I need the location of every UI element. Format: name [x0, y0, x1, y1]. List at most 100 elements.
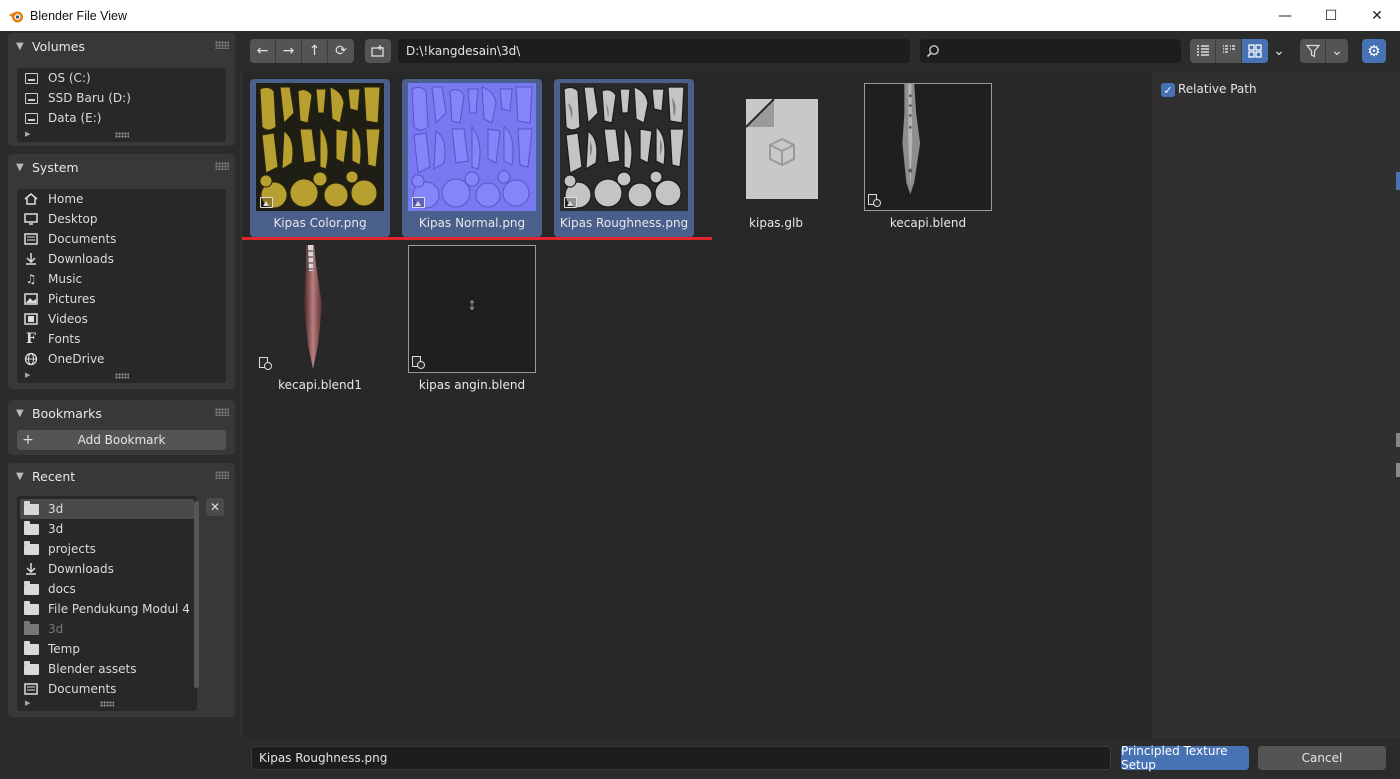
back-button[interactable]: ←: [250, 39, 276, 63]
search-icon: [926, 45, 939, 58]
recent-item-3d-missing[interactable]: 3d: [17, 619, 197, 639]
drag-handle-icon[interactable]: [215, 41, 229, 49]
add-bookmark-button[interactable]: + Add Bookmark: [17, 430, 226, 450]
settings-toggle-button[interactable]: ⚙: [1362, 39, 1386, 63]
window-titlebar: Blender File View — ☐ ✕: [0, 0, 1400, 31]
system-item-videos[interactable]: Videos: [17, 309, 226, 329]
parent-directory-button[interactable]: ↑: [302, 39, 328, 63]
options-panel: ✓ Relative Path: [1152, 71, 1400, 738]
system-item-documents[interactable]: Documents: [17, 229, 226, 249]
plus-icon: +: [22, 432, 34, 448]
recent-item-file-pendukung[interactable]: File Pendukung Modul 4: [17, 599, 197, 619]
list-resize-handle[interactable]: ▶: [17, 130, 226, 140]
file-item-kecapi-blend[interactable]: kecapi.blend: [858, 79, 998, 237]
new-folder-button[interactable]: [365, 39, 391, 63]
thumbnails-button[interactable]: [1242, 39, 1268, 63]
principled-texture-setup-button[interactable]: Principled Texture Setup: [1121, 744, 1249, 772]
file-toolbar: ← → ↑ ⟳ D:\!kangdesain\3d\ ⌄ ⌄ ⚙: [240, 31, 1400, 71]
list-resize-handle[interactable]: ▶: [17, 699, 197, 709]
system-title: System: [32, 159, 79, 175]
filter-group: ⌄: [1300, 39, 1348, 63]
system-panel-header[interactable]: ▼ System: [8, 154, 235, 180]
download-icon: [23, 562, 39, 576]
directory-path-input[interactable]: D:\!kangdesain\3d\: [398, 39, 910, 63]
volume-item-ssd[interactable]: SSD Baru (D:): [17, 88, 226, 108]
drag-handle-icon[interactable]: [215, 471, 229, 479]
volume-label: SSD Baru (D:): [48, 91, 131, 105]
system-item-home[interactable]: Home: [17, 189, 226, 209]
file-name: Kipas Roughness.png: [559, 216, 689, 230]
file-item-kipas-angin-blend[interactable]: kipas angin.blend: [402, 241, 542, 399]
drag-handle-icon[interactable]: [215, 408, 229, 416]
volumes-panel-header[interactable]: ▼ Volumes: [8, 33, 235, 59]
horizontal-list-button[interactable]: [1216, 39, 1242, 63]
volumes-title: Volumes: [32, 38, 86, 54]
file-name: kipas angin.blend: [418, 378, 526, 392]
filename-input[interactable]: Kipas Roughness.png: [251, 746, 1111, 770]
maximize-button[interactable]: ☐: [1308, 0, 1354, 31]
recent-item-temp[interactable]: Temp: [17, 639, 197, 659]
recent-scrollbar[interactable]: [194, 501, 199, 688]
file-item-kipas-color[interactable]: Kipas Color.png: [250, 79, 390, 237]
system-item-music[interactable]: ♫ Music: [17, 269, 226, 289]
recent-item-docs[interactable]: docs: [17, 579, 197, 599]
clear-recent-button[interactable]: ✕: [206, 498, 224, 516]
close-window-button[interactable]: ✕: [1354, 0, 1400, 31]
filter-dropdown-button[interactable]: ⌄: [1326, 39, 1348, 63]
recent-title: Recent: [32, 468, 76, 484]
bookmarks-title: Bookmarks: [32, 405, 102, 421]
file-name: kecapi.blend: [889, 216, 967, 230]
texture-thumbnail: [408, 83, 536, 211]
file-name: kecapi.blend1: [278, 378, 362, 392]
file-item-kipas-normal[interactable]: Kipas Normal.png: [402, 79, 542, 237]
system-item-onedrive[interactable]: OneDrive: [17, 349, 226, 369]
relative-path-checkbox[interactable]: ✓: [1161, 83, 1175, 97]
recent-panel-header[interactable]: ▼ Recent: [8, 463, 235, 489]
system-item-label: Pictures: [48, 292, 96, 306]
list-vertical-icon: [1196, 45, 1209, 56]
bookmarks-panel-header[interactable]: ▼ Bookmarks: [8, 400, 235, 426]
new-folder-icon: [371, 45, 384, 57]
drag-handle-icon[interactable]: [215, 162, 229, 170]
system-item-desktop[interactable]: Desktop: [17, 209, 226, 229]
arrow-up-icon: ↑: [308, 43, 321, 59]
display-settings-dropdown[interactable]: ⌄: [1268, 39, 1290, 63]
recent-list: 3d 3d projects Downloads docs File Pendu…: [17, 496, 197, 711]
vertical-list-button[interactable]: [1190, 39, 1216, 63]
expand-triangle-icon: ▶: [25, 699, 31, 707]
refresh-button[interactable]: ⟳: [328, 39, 354, 63]
home-icon: [23, 192, 39, 206]
recent-item-3d[interactable]: 3d: [17, 519, 197, 539]
list-resize-handle[interactable]: ▶: [17, 371, 226, 381]
system-item-pictures[interactable]: Pictures: [17, 289, 226, 309]
folder-icon: [23, 500, 39, 516]
recent-item-blender-assets[interactable]: Blender assets: [17, 659, 197, 679]
search-input[interactable]: [920, 39, 1181, 63]
forward-button[interactable]: →: [276, 39, 302, 63]
download-icon: [23, 252, 39, 266]
file-item-kipas-roughness[interactable]: Kipas Roughness.png: [554, 79, 694, 237]
refresh-icon: ⟳: [335, 43, 347, 59]
system-item-label: Music: [48, 272, 83, 286]
recent-item-3d[interactable]: 3d: [20, 499, 194, 519]
system-item-fonts[interactable]: F Fonts: [17, 329, 226, 349]
bookmarks-panel: ▼ Bookmarks + Add Bookmark: [8, 400, 235, 455]
minimize-button[interactable]: —: [1262, 0, 1308, 31]
filter-toggle-button[interactable]: [1300, 39, 1326, 63]
videos-icon: [23, 312, 39, 326]
volume-item-data[interactable]: Data (E:): [17, 108, 226, 128]
file-item-kipas-glb[interactable]: kipas.glb: [706, 79, 846, 237]
system-item-downloads[interactable]: Downloads: [17, 249, 226, 269]
navigation-buttons: ← → ↑ ⟳: [250, 39, 354, 63]
cancel-button[interactable]: Cancel: [1258, 746, 1386, 770]
grid-icon: [1248, 44, 1262, 58]
recent-item-documents[interactable]: Documents: [17, 679, 197, 699]
volume-item-os[interactable]: OS (C:): [17, 68, 226, 88]
folder-icon: [23, 600, 39, 616]
file-item-kecapi-blend1[interactable]: kecapi.blend1: [250, 241, 390, 399]
folder-icon: [23, 620, 39, 636]
recent-item-downloads[interactable]: Downloads: [17, 559, 197, 579]
list-horizontal-icon: [1222, 45, 1235, 53]
recent-item-label: Downloads: [48, 562, 114, 576]
recent-item-projects[interactable]: projects: [17, 539, 197, 559]
